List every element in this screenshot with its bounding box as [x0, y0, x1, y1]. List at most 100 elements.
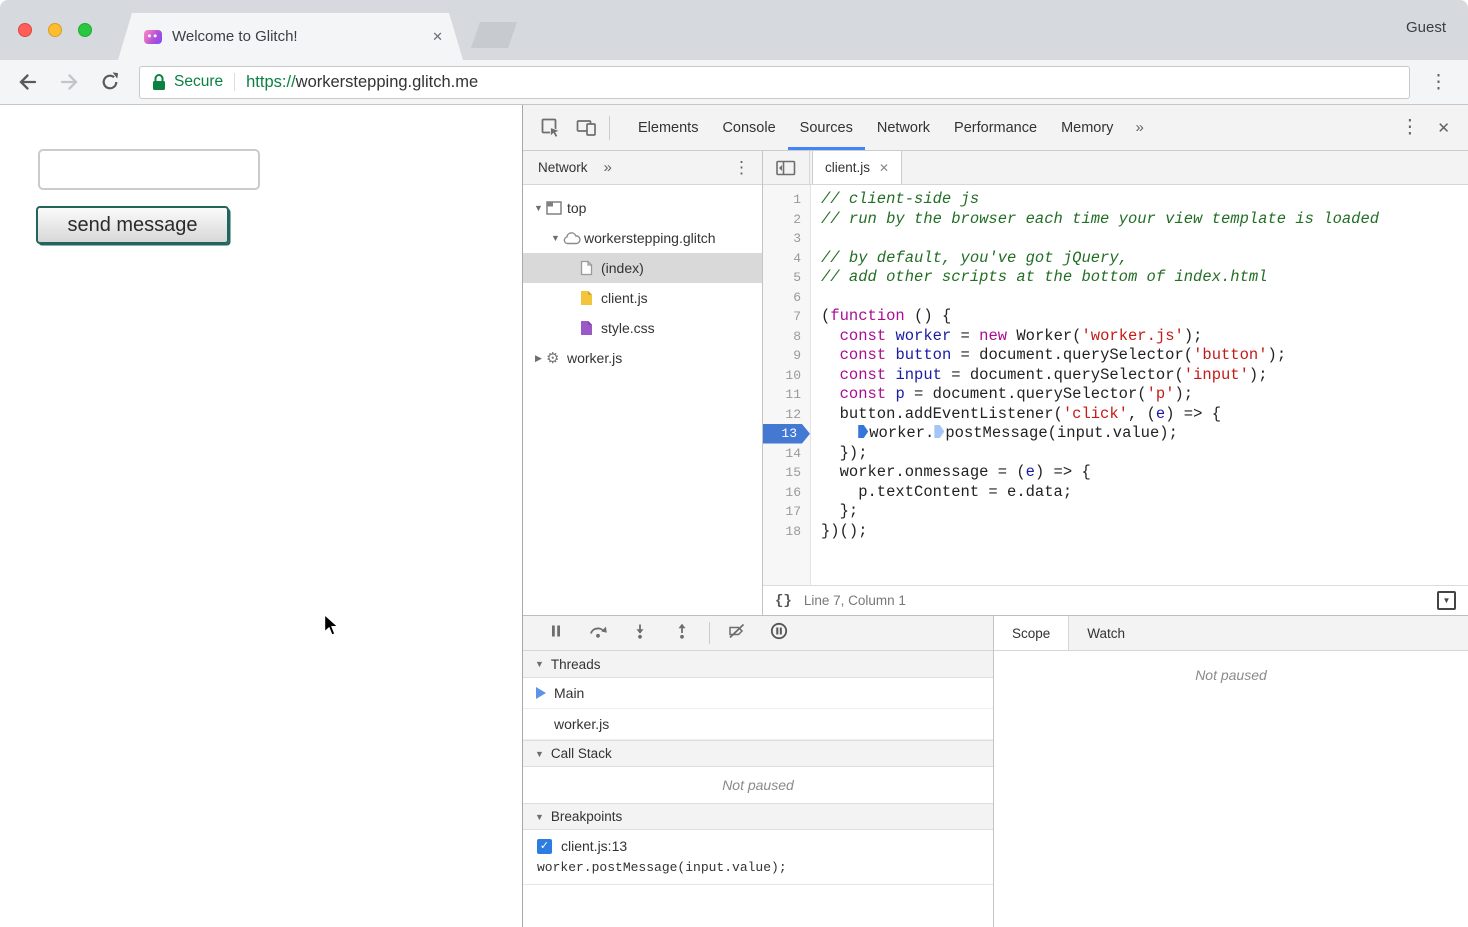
- gutter-line-number[interactable]: 5: [763, 268, 810, 288]
- gutter-line-number[interactable]: 7: [763, 307, 810, 327]
- breakpoint-gutter-marker[interactable]: 13: [763, 424, 810, 444]
- boxed-down-arrow-icon[interactable]: ▼: [1437, 591, 1456, 610]
- threads-section-header[interactable]: ▼ Threads: [523, 651, 993, 678]
- editor-tab-close-icon[interactable]: ✕: [879, 161, 889, 175]
- code-line[interactable]: // add other scripts at the bottom of in…: [821, 268, 1468, 288]
- inspect-element-button[interactable]: [533, 113, 569, 143]
- code-line[interactable]: // client-side js: [821, 190, 1468, 210]
- reload-button[interactable]: [96, 68, 124, 96]
- inline-breakpoint-candidate-icon[interactable]: [934, 425, 944, 438]
- tree-item-workerstepping-glitch[interactable]: ▼workerstepping.glitch: [523, 223, 762, 253]
- forward-button[interactable]: [55, 68, 83, 96]
- gutter-line-number[interactable]: 12: [763, 405, 810, 425]
- devtools-tab-memory[interactable]: Memory: [1049, 105, 1125, 150]
- devtools-tab-console[interactable]: Console: [710, 105, 787, 150]
- call-stack-section-header[interactable]: ▼ Call Stack: [523, 740, 993, 767]
- tab-watch[interactable]: Watch: [1069, 616, 1143, 650]
- devtools-close-icon[interactable]: ✕: [1437, 119, 1450, 137]
- message-input[interactable]: [38, 149, 260, 190]
- collapse-sidebar-button[interactable]: [763, 151, 810, 184]
- code-line[interactable]: worker.postMessage(input.value);: [821, 424, 1468, 444]
- window-minimize-button[interactable]: [48, 23, 62, 37]
- deactivate-breakpoints-button[interactable]: [716, 619, 758, 647]
- gutter-line-number[interactable]: 16: [763, 483, 810, 503]
- code-line[interactable]: [821, 288, 1468, 308]
- window-close-button[interactable]: [18, 23, 32, 37]
- address-bar[interactable]: Secure https://workerstepping.glitch.me: [139, 66, 1410, 99]
- devtools-tab-performance[interactable]: Performance: [942, 105, 1049, 150]
- tree-item-worker-js[interactable]: ▶⚙worker.js: [523, 343, 762, 373]
- code-line[interactable]: };: [821, 502, 1468, 522]
- code-line[interactable]: // by default, you've got jQuery,: [821, 249, 1468, 269]
- step-over-button[interactable]: [577, 619, 619, 647]
- format-code-button[interactable]: {}: [775, 593, 792, 609]
- breakpoint-location[interactable]: client.js:13: [561, 838, 627, 854]
- code-line[interactable]: (function () {: [821, 307, 1468, 327]
- devtools-tab-sources[interactable]: Sources: [788, 105, 865, 150]
- send-message-button[interactable]: send message: [36, 206, 229, 244]
- code-line[interactable]: button.addEventListener('click', (e) => …: [821, 405, 1468, 425]
- tree-item-client-js[interactable]: client.js: [523, 283, 762, 313]
- tab-scope[interactable]: Scope: [994, 616, 1069, 650]
- devtools-menu-icon[interactable]: ⋮: [1400, 116, 1419, 139]
- code-line[interactable]: })();: [821, 522, 1468, 542]
- gutter-line-number[interactable]: 6: [763, 288, 810, 308]
- devtools-tab-network[interactable]: Network: [865, 105, 942, 150]
- sidebar-menu-icon[interactable]: ⋮: [733, 158, 750, 178]
- breakpoint-checkbox[interactable]: ✓: [537, 839, 552, 854]
- code-line[interactable]: const p = document.querySelector('p');: [821, 385, 1468, 405]
- browser-tab[interactable]: Welcome to Glitch! ✕: [118, 13, 463, 60]
- tree-item-top[interactable]: ▼ top: [523, 193, 762, 223]
- code-line[interactable]: p.textContent = e.data;: [821, 483, 1468, 503]
- sidebar-tab-network[interactable]: Network: [538, 160, 588, 175]
- more-panels-button[interactable]: »: [1125, 119, 1153, 136]
- editor-tab-client-js[interactable]: client.js ✕: [812, 151, 902, 184]
- gutter-line-number[interactable]: 4: [763, 249, 810, 269]
- pause-on-exceptions-button[interactable]: [758, 619, 800, 647]
- gutter-line-number[interactable]: 17: [763, 502, 810, 522]
- tab-close-icon[interactable]: ✕: [432, 29, 443, 45]
- code-line[interactable]: const button = document.querySelector('b…: [821, 346, 1468, 366]
- gutter-line-number[interactable]: 2: [763, 210, 810, 230]
- device-toolbar-button[interactable]: [569, 113, 605, 143]
- thread-item-worker-js[interactable]: worker.js: [523, 709, 993, 740]
- tree-item-index[interactable]: (index): [523, 253, 762, 283]
- code-line[interactable]: const worker = new Worker('worker.js');: [821, 327, 1468, 347]
- scope-watch-pane: ScopeWatch Not paused: [994, 616, 1468, 927]
- code-line[interactable]: // run by the browser each time your vie…: [821, 210, 1468, 230]
- devtools-tab-elements[interactable]: Elements: [626, 105, 710, 150]
- back-button[interactable]: [14, 68, 42, 96]
- tree-item-label: top: [567, 200, 586, 216]
- scope-watch-tabs: ScopeWatch: [994, 616, 1468, 651]
- gutter-line-number[interactable]: 1: [763, 190, 810, 210]
- inline-breakpoint-active-icon[interactable]: [858, 425, 868, 438]
- pause-button[interactable]: [535, 619, 577, 647]
- code-line[interactable]: });: [821, 444, 1468, 464]
- breakpoints-section-header[interactable]: ▼ Breakpoints: [523, 803, 993, 830]
- code-line[interactable]: [821, 229, 1468, 249]
- tree-item-style-css[interactable]: style.css: [523, 313, 762, 343]
- gutter-line-number[interactable]: 18: [763, 522, 810, 542]
- step-into-button[interactable]: [619, 619, 661, 647]
- sidebar-more-tabs-button[interactable]: »: [604, 159, 612, 176]
- browser-menu-icon[interactable]: ⋮: [1423, 71, 1454, 94]
- gutter-line-number[interactable]: 8: [763, 327, 810, 347]
- gutter-line-number[interactable]: 9: [763, 346, 810, 366]
- triangle-right-icon[interactable]: ▶: [531, 353, 546, 364]
- gutter-line-number[interactable]: 10: [763, 366, 810, 386]
- debugger-pane: ▼ Threads Mainworker.js ▼ Call Stack Not…: [523, 616, 994, 927]
- code-line[interactable]: const input = document.querySelector('in…: [821, 366, 1468, 386]
- triangle-down-icon[interactable]: ▼: [548, 233, 563, 243]
- gutter-line-number[interactable]: 14: [763, 444, 810, 464]
- code-lines[interactable]: // client-side js// run by the browser e…: [811, 185, 1468, 585]
- thread-item-main[interactable]: Main: [523, 678, 993, 709]
- gutter-line-number[interactable]: 11: [763, 385, 810, 405]
- breakpoint-entry: ✓client.js:13worker.postMessage(input.va…: [523, 830, 993, 885]
- window-zoom-button[interactable]: [78, 23, 92, 37]
- code-line[interactable]: worker.onmessage = (e) => {: [821, 463, 1468, 483]
- step-out-button[interactable]: [661, 619, 703, 647]
- gutter-line-number[interactable]: 3: [763, 229, 810, 249]
- gutter-line-number[interactable]: 15: [763, 463, 810, 483]
- new-tab-button[interactable]: [471, 22, 517, 48]
- triangle-down-icon[interactable]: ▼: [531, 203, 546, 213]
